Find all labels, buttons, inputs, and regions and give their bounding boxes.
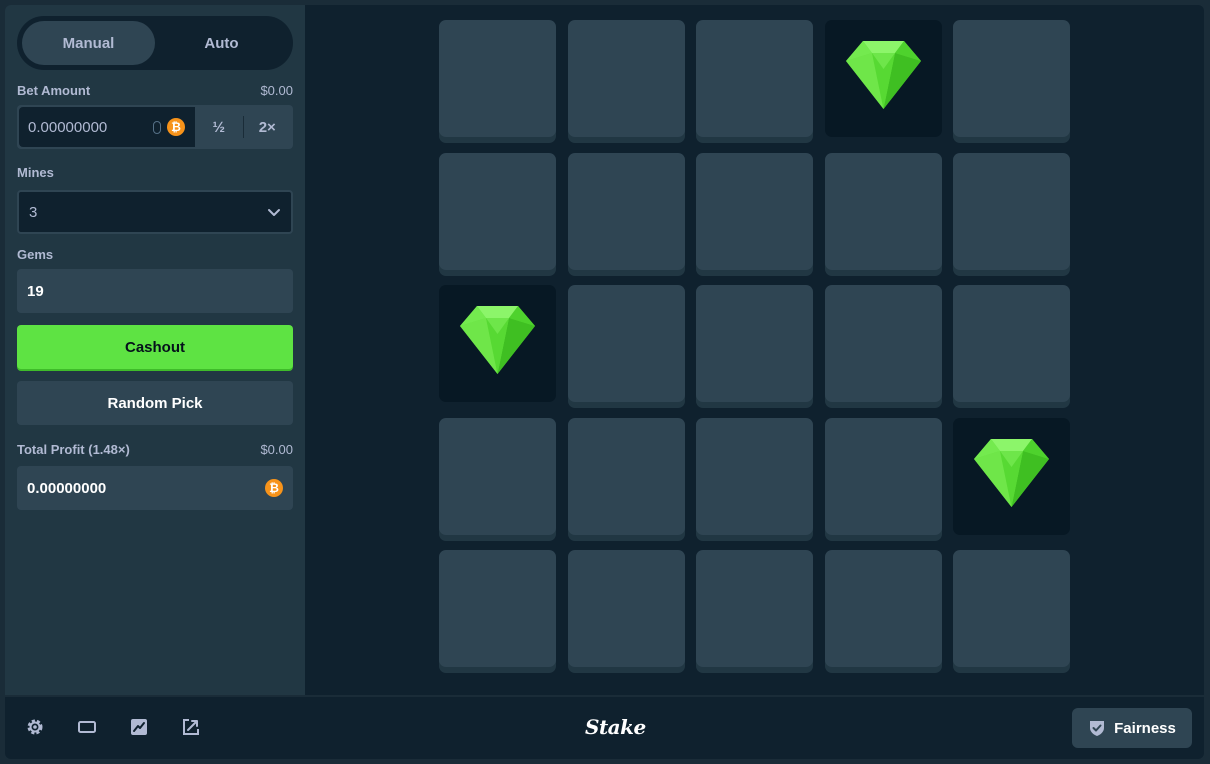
tile-hidden[interactable] — [439, 417, 556, 535]
tile-hidden[interactable] — [567, 550, 685, 667]
tile-hidden[interactable] — [953, 20, 1070, 137]
mines-label: Mines — [17, 165, 54, 180]
chevron-down-icon — [268, 209, 280, 216]
mines-label-row: Mines — [17, 165, 293, 180]
game-board-area — [305, 5, 1204, 695]
double-bet-button[interactable]: 2× — [244, 107, 292, 147]
mines-game-window: Manual Auto Bet Amount $0.00 0.00000000 … — [0, 0, 1210, 764]
total-profit-label-row: Total Profit (1.48×) $0.00 — [17, 442, 293, 457]
tile-hidden[interactable] — [824, 550, 942, 667]
tile-hidden[interactable] — [953, 152, 1070, 270]
mines-selected-value: 3 — [29, 203, 38, 221]
tile-hidden[interactable] — [824, 152, 942, 270]
bet-amount-value: 0.00000000 — [28, 118, 108, 136]
mines-select[interactable]: 3 — [17, 190, 293, 234]
cashout-button[interactable]: Cashout — [17, 325, 293, 369]
tile-hidden[interactable] — [696, 417, 813, 535]
total-profit-value: 0.00000000 — [27, 479, 107, 497]
tile-hidden[interactable] — [696, 285, 813, 402]
tile-hidden[interactable] — [696, 20, 813, 137]
bet-amount-label-row: Bet Amount $0.00 — [17, 83, 293, 98]
tile-hidden[interactable] — [824, 417, 942, 535]
tile-hidden[interactable] — [439, 20, 556, 137]
gems-value: 19 — [27, 282, 44, 300]
gem-icon — [974, 438, 1049, 507]
fairness-label: Fairness — [1114, 719, 1176, 737]
gems-label: Gems — [17, 247, 54, 262]
total-profit-label: Total Profit (1.48×) — [17, 442, 130, 457]
tile-hidden[interactable] — [696, 152, 813, 270]
shield-check-icon — [1090, 721, 1105, 736]
coin-stack-icon — [153, 121, 161, 134]
tile-hidden[interactable] — [567, 285, 685, 402]
tile-hidden[interactable] — [696, 550, 813, 667]
tile-hidden[interactable] — [953, 550, 1070, 667]
bet-amount-control: 0.00000000 ₿ ½ 2× — [17, 105, 293, 149]
tile-hidden[interactable] — [439, 550, 556, 667]
bet-amount-label: Bet Amount — [17, 83, 91, 98]
tile-hidden[interactable] — [567, 152, 685, 270]
footer-icon-group — [25, 717, 201, 737]
gear-icon[interactable] — [25, 717, 45, 737]
tile-gem — [953, 417, 1070, 535]
gem-icon — [845, 41, 921, 109]
bet-control-panel: Manual Auto Bet Amount $0.00 0.00000000 … — [5, 5, 305, 695]
total-profit-usd: $0.00 — [260, 442, 293, 457]
theatre-mode-icon[interactable] — [77, 717, 97, 737]
tile-gem — [824, 20, 942, 137]
random-pick-button[interactable]: Random Pick — [17, 381, 293, 425]
bitcoin-icon: ₿ — [265, 479, 283, 497]
gems-field: 19 — [17, 269, 293, 313]
gems-label-row: Gems — [17, 247, 293, 262]
bet-amount-input[interactable]: 0.00000000 ₿ — [19, 107, 195, 147]
tile-gem — [439, 285, 556, 402]
tab-auto[interactable]: Auto — [155, 21, 288, 65]
popout-icon[interactable] — [181, 717, 201, 737]
mode-toggle: Manual Auto — [17, 16, 293, 70]
mines-grid — [439, 20, 1071, 667]
bet-amount-usd: $0.00 — [260, 83, 293, 98]
tab-manual[interactable]: Manual — [22, 21, 155, 65]
tile-hidden[interactable] — [439, 152, 556, 270]
tile-hidden[interactable] — [824, 285, 942, 402]
gem-icon — [460, 306, 535, 374]
live-stats-icon[interactable] — [129, 717, 149, 737]
tile-hidden[interactable] — [953, 285, 1070, 402]
tile-hidden[interactable] — [567, 20, 685, 137]
half-bet-button[interactable]: ½ — [195, 107, 243, 147]
tile-hidden[interactable] — [567, 417, 685, 535]
bitcoin-icon: ₿ — [167, 118, 185, 136]
total-profit-field: 0.00000000 ₿ — [17, 466, 293, 510]
footer-bar: Stake Fairness — [5, 697, 1204, 759]
fairness-button[interactable]: Fairness — [1072, 708, 1192, 748]
stake-logo: Stake — [585, 715, 646, 739]
